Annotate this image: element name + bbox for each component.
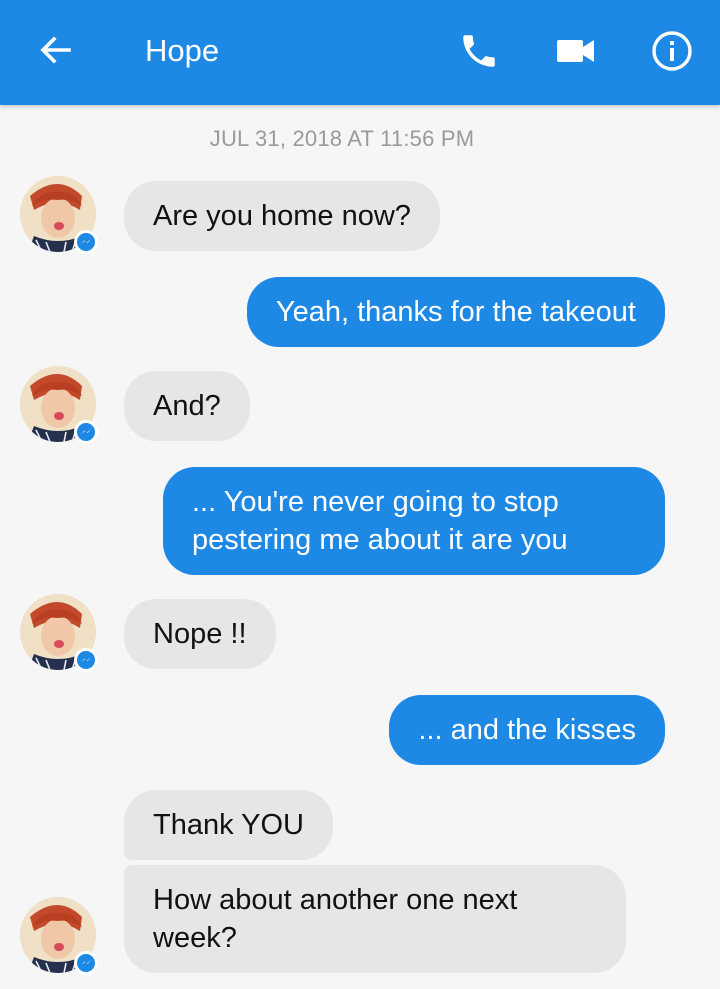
message-text: Nope !! — [153, 618, 247, 650]
message-bubble-incoming[interactable]: Nope !! — [124, 599, 276, 669]
conversation-timestamp: JUL 31, 2018 AT 11:56 PM — [209, 126, 475, 151]
message-bubble-incoming[interactable]: Thank YOU — [124, 790, 333, 860]
message-bubble-outgoing[interactable]: ... and the kisses — [389, 695, 665, 765]
message-bubble-incoming[interactable]: And? — [124, 371, 250, 441]
conversation-header: Hope — [0, 0, 720, 105]
message-text: Yeah, thanks for the takeout — [275, 296, 636, 328]
messenger-badge-icon — [74, 951, 98, 975]
contact-avatar[interactable] — [20, 594, 98, 672]
message-text: ... and the kisses — [418, 714, 636, 746]
contact-avatar[interactable] — [20, 897, 98, 975]
message-bubble-incoming[interactable]: How about another one next week? — [124, 865, 626, 973]
messenger-badge-icon — [74, 648, 98, 672]
contact-avatar[interactable] — [20, 366, 98, 444]
message-bubble-incoming[interactable]: Are you home now? — [124, 181, 440, 251]
message-text: ... You're never going to stop pestering… — [192, 486, 568, 556]
contact-name[interactable]: Hope — [145, 31, 219, 71]
messenger-badge-icon — [74, 420, 98, 444]
message-bubble-outgoing[interactable]: Yeah, thanks for the takeout — [246, 277, 665, 347]
phone-icon[interactable] — [458, 30, 500, 72]
message-text: Are you home now? — [153, 200, 411, 232]
message-text: How about another one next week? — [153, 884, 518, 954]
back-arrow-icon[interactable] — [36, 30, 76, 70]
video-camera-icon[interactable] — [555, 30, 597, 72]
info-icon[interactable] — [651, 30, 693, 72]
message-text: And? — [153, 390, 221, 422]
message-bubble-outgoing[interactable]: ... You're never going to stop pestering… — [163, 467, 665, 575]
messenger-badge-icon — [74, 230, 98, 254]
message-text: Thank YOU — [153, 809, 304, 841]
contact-avatar[interactable] — [20, 176, 98, 254]
